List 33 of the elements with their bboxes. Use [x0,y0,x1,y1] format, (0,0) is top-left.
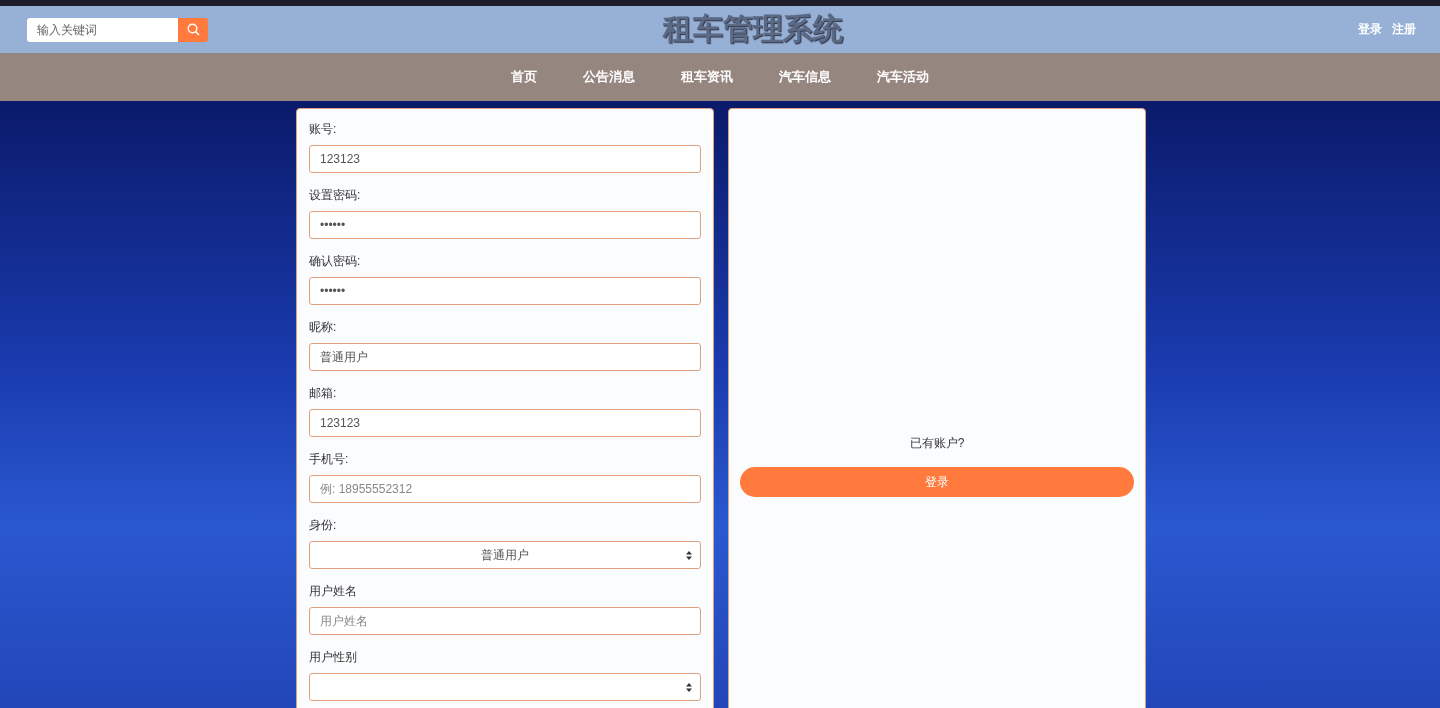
updown-arrow-icon [686,551,692,560]
search-field[interactable]: 输入关键词 [27,17,178,42]
site-title: 租车管理系统 [661,11,844,47]
nav-link[interactable]: 租车资讯 [658,68,756,86]
field-label: 手机号: [309,451,350,467]
field-label: 设置密码: [309,187,362,203]
nav-link[interactable]: 汽车活动 [854,68,952,86]
field-label: 昵称: [309,319,338,335]
field-label: 身份: [309,517,338,533]
input-field[interactable]: •••••• [309,211,701,239]
field-label: 账号: [309,121,338,137]
header-link[interactable]: 注册 [1392,21,1416,38]
field-label: 用户姓名 [309,583,358,599]
login-button[interactable]: 登录 [740,467,1134,497]
updown-arrow-icon [686,683,692,692]
input-field[interactable]: 普通用户 [309,343,701,371]
field-label: 邮箱: [309,385,338,401]
field-label: 确认密码: [309,253,362,269]
select-field[interactable]: 普通用户 [309,541,701,569]
input-field[interactable]: 例: 18955552312 [309,475,701,503]
input-field[interactable]: •••••• [309,277,701,305]
input-field[interactable]: 123123 [309,409,701,437]
nav-link[interactable]: 首页 [488,68,560,86]
input-field[interactable]: 用户姓名 [309,607,701,635]
field-label: 用户性别 [309,649,358,665]
header-link[interactable]: 登录 [1358,21,1382,38]
select-field[interactable] [309,673,701,701]
input-field[interactable]: 123123 [309,145,701,173]
search-icon [186,23,200,36]
nav-link[interactable]: 汽车信息 [756,68,854,86]
login-prompt: 已有账户? [908,435,966,451]
nav-link[interactable]: 公告消息 [560,68,658,86]
search-button[interactable] [178,17,208,42]
